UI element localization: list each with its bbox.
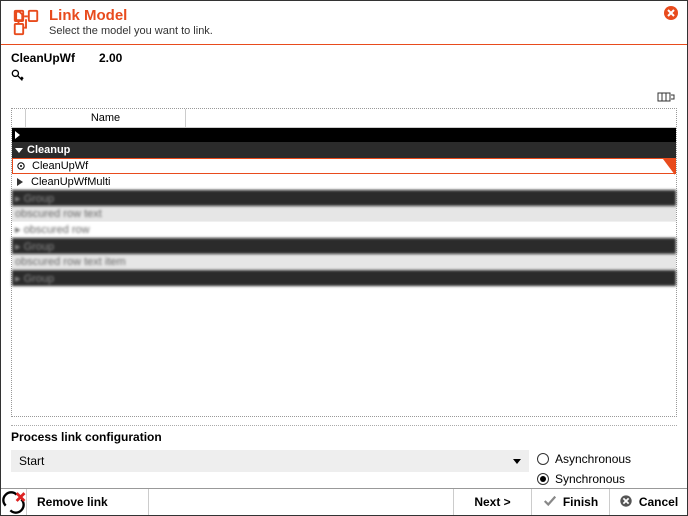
close-button[interactable] [663,5,679,24]
table-row-obscured[interactable]: ▸ obscured row [12,222,676,238]
selected-model-name: CleanUpWf [11,51,75,65]
key-icon[interactable] [1,67,687,88]
dialog-subtitle: Select the model you want to link. [49,25,213,37]
columns-icon[interactable] [655,88,677,106]
expand-column[interactable] [12,109,26,127]
table-header-row: Name [12,109,676,128]
row-label: CleanUpWf [32,160,88,172]
remove-link-button[interactable]: Remove link [1,489,149,515]
radio-checked-icon [537,473,549,485]
sync-mode-group: Asynchronous Synchronous [537,450,677,486]
table-row-cleanupwfmulti[interactable]: CleanUpWfMulti [12,174,676,190]
finish-button[interactable]: Finish [531,489,609,515]
group-obscured[interactable]: ▸ Group [12,238,676,254]
table-root-row[interactable] [12,128,676,142]
table-row-obscured[interactable]: obscured row text item [12,254,676,270]
group-obscured[interactable]: ▸ Group [12,190,676,206]
column-header-name[interactable]: Name [26,109,186,127]
group-label: Cleanup [27,144,70,156]
group-cleanup[interactable]: Cleanup [12,142,676,158]
chevron-right-icon [15,131,20,139]
dialog-header: Link Model Select the model you want to … [1,1,687,45]
table-row-obscured[interactable]: obscured row text [12,206,676,222]
link-model-icon [11,7,41,40]
config-select-value: Start [19,454,44,468]
row-label: CleanUpWfMulti [31,176,110,188]
cancel-button[interactable]: Cancel [609,489,687,515]
selected-model-version: 2.00 [99,51,122,65]
config-title: Process link configuration [11,430,677,444]
chevron-right-icon [15,178,25,186]
radio-icon [537,453,549,465]
radio-asynchronous[interactable]: Asynchronous [537,452,677,466]
table-empty-area [12,286,676,416]
link-model-dialog: Link Model Select the model you want to … [0,0,688,516]
finish-label: Finish [563,495,598,509]
next-label: Next > [474,495,510,509]
radio-label: Asynchronous [555,452,631,466]
process-link-config: Process link configuration Start Asynchr… [11,425,677,486]
next-button[interactable]: Next > [453,489,531,515]
radio-synchronous[interactable]: Synchronous [537,472,677,486]
radio-label: Synchronous [555,472,625,486]
cancel-label: Cancel [639,495,678,509]
model-table: Name Cleanup CleanUpWf CleanUpWfMulti ▸ … [11,108,677,417]
selection-info: CleanUpWf 2.00 [1,45,687,67]
remove-link-label: Remove link [27,495,148,509]
chevron-down-icon [15,148,23,153]
table-row-cleanupwf[interactable]: CleanUpWf [12,158,676,174]
config-select[interactable]: Start [11,450,529,472]
cancel-icon [619,494,633,511]
dialog-footer: Remove link Next > Finish Cancel [1,488,687,515]
dialog-title: Link Model [49,7,213,24]
chevron-down-icon [513,459,521,464]
group-obscured[interactable]: ▸ Group [12,270,676,286]
remove-link-icon [1,489,27,515]
selected-indicator-icon [16,161,26,171]
check-icon [543,494,557,511]
